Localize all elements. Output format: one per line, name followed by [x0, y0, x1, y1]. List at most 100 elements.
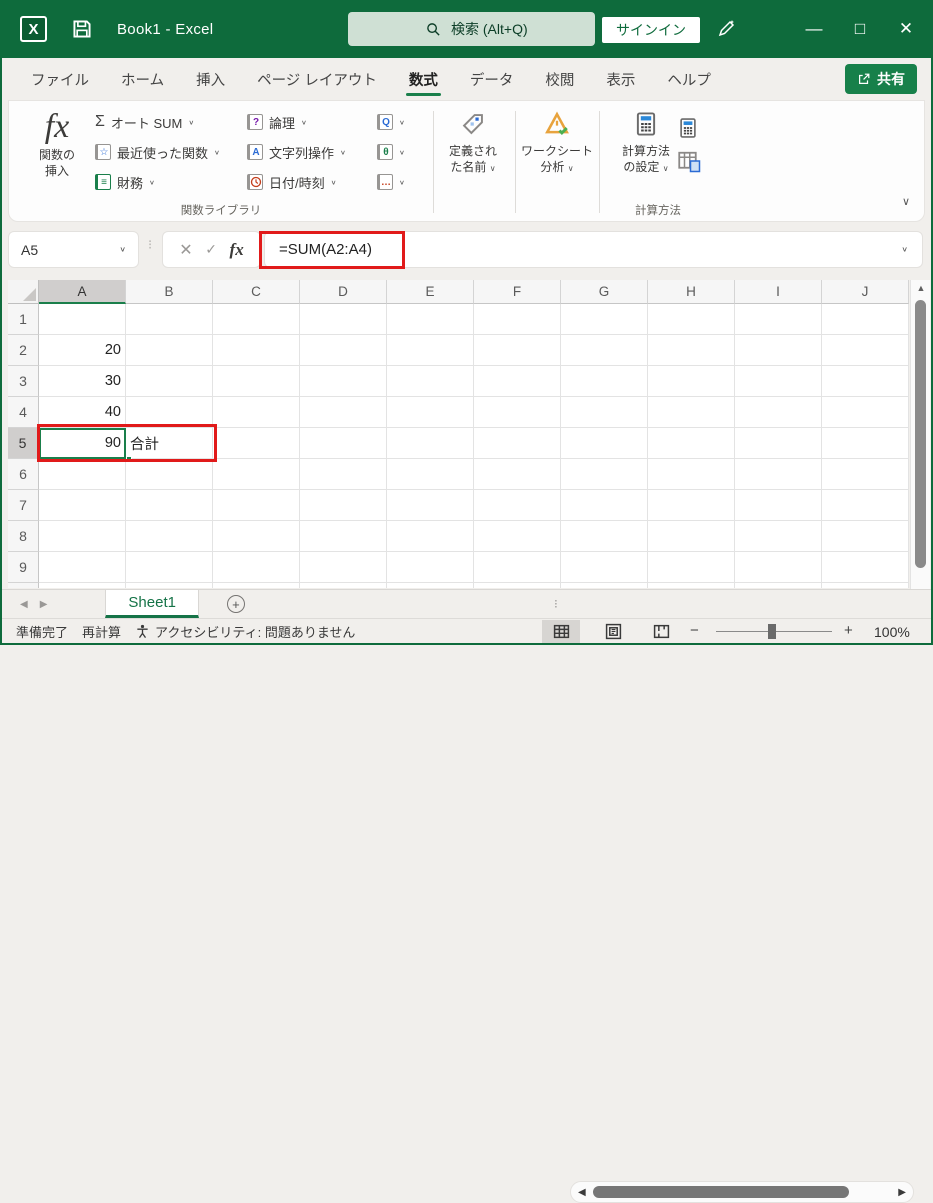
row-header-3[interactable]: 3 [8, 366, 39, 397]
cell-F1[interactable] [474, 304, 561, 335]
recent-functions-button[interactable]: ☆ 最近使った関数∨ [95, 139, 220, 165]
cell-I9[interactable] [735, 552, 822, 583]
horizontal-scrollbar[interactable]: ◀ ▶ [570, 1181, 914, 1203]
cell-G10[interactable] [561, 583, 648, 588]
cell-D7[interactable] [300, 490, 387, 521]
search-input[interactable]: 検索 (Alt+Q) [348, 12, 595, 46]
minimize-button[interactable]: — [791, 0, 837, 58]
cell-A8[interactable] [39, 521, 126, 552]
select-all-corner[interactable] [8, 280, 39, 304]
row-header-4[interactable]: 4 [8, 397, 39, 428]
cell-B6[interactable] [126, 459, 213, 490]
zoom-level[interactable]: 100% [874, 624, 910, 640]
cell-C9[interactable] [213, 552, 300, 583]
cell-G5[interactable] [561, 428, 648, 459]
cell-G9[interactable] [561, 552, 648, 583]
signin-button[interactable]: サインイン [602, 17, 700, 43]
column-header-H[interactable]: H [648, 280, 735, 304]
cell-A6[interactable] [39, 459, 126, 490]
name-box[interactable]: A5 ∨ [8, 231, 139, 268]
tab-review[interactable]: 校閲 [534, 61, 585, 98]
add-sheet-button[interactable]: + [227, 595, 245, 613]
cell-I2[interactable] [735, 335, 822, 366]
cell-H5[interactable] [648, 428, 735, 459]
enter-icon[interactable]: ✓ [205, 241, 217, 258]
cell-I8[interactable] [735, 521, 822, 552]
cell-A1[interactable] [39, 304, 126, 335]
cell-F4[interactable] [474, 397, 561, 428]
cell-B1[interactable] [126, 304, 213, 335]
cell-C6[interactable] [213, 459, 300, 490]
tab-help[interactable]: ヘルプ [656, 61, 722, 98]
view-normal-button[interactable] [542, 620, 580, 643]
logical-button[interactable]: ? 論理∨ [247, 109, 307, 135]
cell-H9[interactable] [648, 552, 735, 583]
row-header-7[interactable]: 7 [8, 490, 39, 521]
column-header-C[interactable]: C [213, 280, 300, 304]
view-page-break-button[interactable] [642, 620, 680, 643]
cell-I1[interactable] [735, 304, 822, 335]
cell-C7[interactable] [213, 490, 300, 521]
cell-F2[interactable] [474, 335, 561, 366]
cell-E9[interactable] [387, 552, 474, 583]
vertical-scroll-thumb[interactable] [915, 300, 926, 568]
view-page-layout-button[interactable] [594, 620, 632, 643]
row-header-8[interactable]: 8 [8, 521, 39, 552]
cell-E1[interactable] [387, 304, 474, 335]
tab-data[interactable]: データ [459, 61, 525, 98]
cell-F8[interactable] [474, 521, 561, 552]
cell-J2[interactable] [822, 335, 909, 366]
cell-J7[interactable] [822, 490, 909, 521]
calculate-now-button[interactable] [677, 117, 699, 144]
scroll-left-icon[interactable]: ◀ [571, 1187, 593, 1198]
share-button[interactable]: 共有 [845, 64, 917, 94]
cell-I10[interactable] [735, 583, 822, 588]
cell-G7[interactable] [561, 490, 648, 521]
tab-file[interactable]: ファイル [20, 61, 100, 98]
autosum-button[interactable]: Σ オート SUM∨ [95, 109, 194, 135]
cell-D6[interactable] [300, 459, 387, 490]
cell-G8[interactable] [561, 521, 648, 552]
row-header-10[interactable]: 10 [8, 583, 39, 588]
cell-D1[interactable] [300, 304, 387, 335]
cell-C5[interactable] [213, 428, 300, 459]
cell-H8[interactable] [648, 521, 735, 552]
cell-J9[interactable] [822, 552, 909, 583]
date-time-button[interactable]: 日付/時刻∨ [247, 169, 336, 195]
cell-I6[interactable] [735, 459, 822, 490]
cell-F7[interactable] [474, 490, 561, 521]
column-header-J[interactable]: J [822, 280, 909, 304]
cell-D3[interactable] [300, 366, 387, 397]
cell-B2[interactable] [126, 335, 213, 366]
row-header-9[interactable]: 9 [8, 552, 39, 583]
cell-C1[interactable] [213, 304, 300, 335]
cell-J4[interactable] [822, 397, 909, 428]
cell-C4[interactable] [213, 397, 300, 428]
formula-bar-expand-chevron[interactable]: ∨ [901, 245, 908, 254]
column-header-I[interactable]: I [735, 280, 822, 304]
cell-J5[interactable] [822, 428, 909, 459]
cell-F3[interactable] [474, 366, 561, 397]
cell-H7[interactable] [648, 490, 735, 521]
column-header-F[interactable]: F [474, 280, 561, 304]
lookup-reference-button[interactable]: Q∨ [377, 109, 405, 135]
cell-H2[interactable] [648, 335, 735, 366]
cell-J6[interactable] [822, 459, 909, 490]
scroll-up-icon[interactable]: ▲ [911, 283, 931, 293]
cell-G2[interactable] [561, 335, 648, 366]
tab-insert[interactable]: 挿入 [185, 61, 236, 98]
insert-function-button[interactable]: fx 関数の 挿入 [23, 107, 91, 179]
cell-E10[interactable] [387, 583, 474, 588]
cell-I7[interactable] [735, 490, 822, 521]
cell-E8[interactable] [387, 521, 474, 552]
cell-G4[interactable] [561, 397, 648, 428]
zoom-in-button[interactable]: + [844, 622, 853, 639]
cell-J10[interactable] [822, 583, 909, 588]
cancel-icon[interactable]: ✕ [179, 240, 192, 260]
sheet-nav-left-icon[interactable]: ◀ [14, 599, 34, 610]
close-button[interactable]: ✕ [883, 0, 929, 58]
cell-B3[interactable] [126, 366, 213, 397]
zoom-out-button[interactable]: − [690, 622, 699, 639]
cell-J3[interactable] [822, 366, 909, 397]
sheet-tab-sheet1[interactable]: Sheet1 [105, 590, 199, 618]
